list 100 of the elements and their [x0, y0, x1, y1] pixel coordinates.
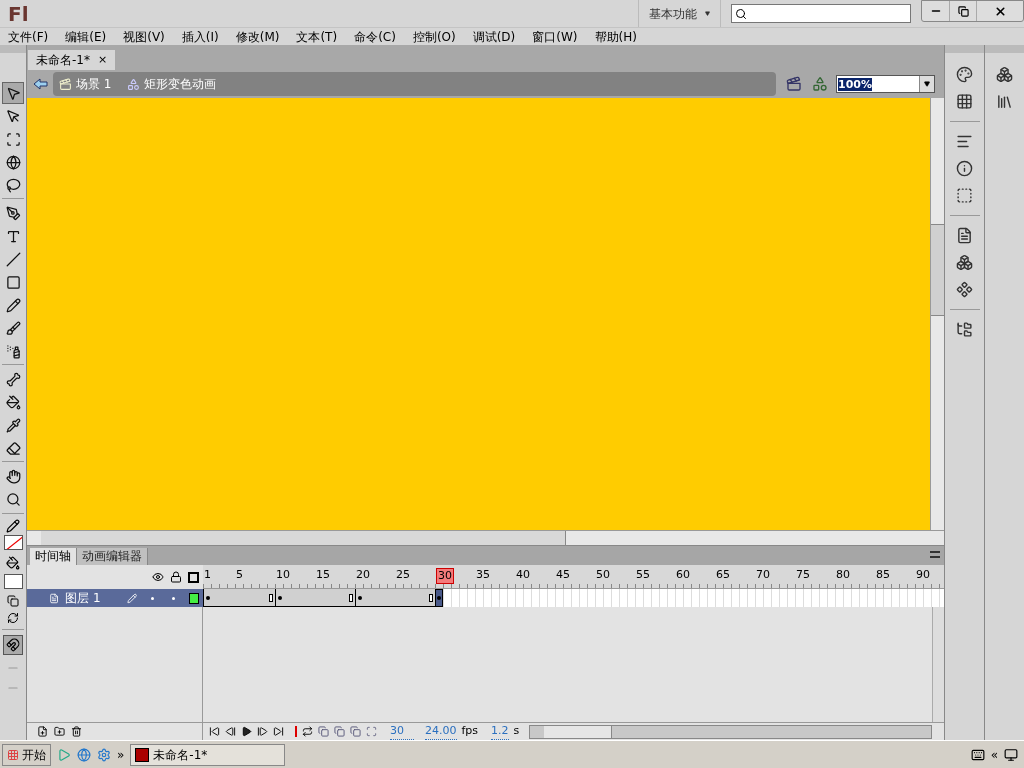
onion-markers-icon[interactable] — [366, 726, 377, 737]
app-logo: Fl — [8, 1, 29, 26]
clapperboard-icon — [59, 77, 72, 91]
browser-icon[interactable] — [77, 747, 91, 762]
frame-number: 55 — [636, 568, 650, 582]
magnet-icon[interactable] — [3, 635, 23, 655]
menu-item[interactable]: 调试(D) — [466, 27, 522, 46]
tray-expand[interactable]: « — [990, 745, 998, 764]
start-button[interactable]: 开始 — [2, 743, 51, 766]
menu-item[interactable]: 文本(T) — [290, 27, 344, 46]
grid-icon[interactable] — [956, 93, 973, 110]
frame-number: 50 — [596, 568, 610, 582]
document-title: 未命名-1* — [36, 52, 90, 69]
fps-label: fps — [461, 723, 479, 740]
frame-number: 70 — [756, 568, 770, 582]
layer-color-swatch[interactable] — [188, 592, 199, 604]
stroke-swatch[interactable] — [3, 535, 23, 550]
vertical-scrollbar[interactable] — [932, 607, 944, 722]
document-tab[interactable]: 未命名-1* × — [28, 50, 116, 70]
playhead-frame-number: 30 — [436, 568, 454, 584]
back-arrow-icon[interactable] — [33, 78, 48, 90]
menu-item[interactable]: 插入(I) — [175, 27, 225, 46]
fill-color-icon[interactable] — [6, 556, 20, 570]
menu-item[interactable]: 编辑(E) — [59, 27, 113, 46]
onion-skin-icon[interactable] — [318, 726, 329, 737]
info-icon[interactable] — [956, 160, 973, 177]
fill-swatch[interactable] — [3, 574, 23, 589]
frame-number: 20 — [356, 568, 370, 582]
search-icon — [735, 7, 747, 20]
menu-item[interactable]: 控制(O) — [406, 27, 462, 46]
component-icon[interactable] — [996, 66, 1013, 83]
edit-scene-icon[interactable] — [786, 76, 802, 92]
menu-item[interactable]: 修改(M) — [229, 27, 286, 46]
close-tab-button[interactable]: × — [97, 51, 108, 69]
breadcrumb-item[interactable]: 场景 1 — [59, 75, 112, 93]
outline-square-icon[interactable] — [188, 571, 199, 583]
palette-icon[interactable] — [956, 66, 973, 83]
app-icon — [135, 747, 150, 762]
caret-icon — [705, 11, 710, 16]
transform-icon[interactable] — [956, 187, 973, 204]
horizontal-scrollbar[interactable] — [529, 724, 933, 739]
pencil-icon — [126, 592, 138, 604]
frame-number: 5 — [236, 568, 243, 582]
frame-number: 40 — [516, 568, 530, 582]
lock-icon[interactable] — [170, 571, 182, 583]
zoom-field[interactable]: 100% — [836, 75, 935, 93]
new-folder-icon[interactable] — [54, 726, 65, 737]
script-icon[interactable] — [956, 227, 973, 244]
previous-frame-icon[interactable] — [225, 726, 236, 737]
frame-number: 10 — [276, 568, 290, 582]
vertical-scrollbar[interactable] — [930, 98, 944, 530]
frame-number: 25 — [396, 568, 410, 582]
loop-icon[interactable] — [302, 726, 313, 737]
stroke-color-icon[interactable] — [6, 519, 20, 533]
restore-icon — [957, 5, 969, 17]
frame-number: 45 — [556, 568, 570, 582]
more-chevron[interactable]: » — [117, 745, 125, 764]
next-frame-icon[interactable] — [257, 726, 268, 737]
trash-icon[interactable] — [71, 726, 82, 737]
align-icon[interactable] — [956, 133, 973, 150]
swap-colors-icon[interactable] — [7, 612, 19, 624]
taskbar-task[interactable]: 未命名-1* — [130, 743, 286, 766]
edit-multiple-icon[interactable] — [350, 726, 361, 737]
menu-item[interactable]: 窗口(W) — [526, 27, 584, 46]
frame-number: 15 — [316, 568, 330, 582]
layer-name: 图层 1 — [65, 590, 102, 607]
menu-item[interactable]: 文件(F) — [2, 27, 55, 46]
panel-menu-icon[interactable] — [930, 551, 940, 558]
onion-outline-icon[interactable] — [334, 726, 345, 737]
time-unit: s — [513, 723, 520, 740]
gear-icon[interactable] — [97, 747, 111, 762]
menu-item[interactable]: 视图(V) — [117, 27, 171, 46]
eye-icon[interactable] — [152, 571, 164, 583]
default-colors-icon[interactable] — [7, 595, 19, 607]
frame-number: 60 — [676, 568, 690, 582]
dropdown-button[interactable] — [919, 76, 934, 92]
menu-item[interactable]: 帮助(H) — [588, 27, 643, 46]
library-icon[interactable] — [996, 93, 1013, 110]
frame-number: 65 — [716, 568, 730, 582]
first-frame-icon[interactable] — [209, 726, 220, 737]
frame-number: 75 — [796, 568, 810, 582]
last-frame-icon[interactable] — [273, 726, 284, 737]
layer-row[interactable]: 图层 1 — [27, 589, 203, 607]
frame-number: 1 — [204, 568, 211, 582]
keyboard-icon[interactable] — [970, 747, 985, 762]
edit-symbol-icon[interactable] — [812, 76, 828, 92]
menu-item[interactable]: 命令(C) — [348, 27, 402, 46]
search-field[interactable] — [731, 4, 911, 23]
folder-tree-icon[interactable] — [956, 321, 973, 338]
frame-number: 35 — [476, 568, 490, 582]
timeline-tab[interactable]: 动画编辑器 — [77, 548, 148, 565]
breadcrumb-item[interactable]: 矩形变色动画 — [127, 75, 217, 93]
horizontal-scrollbar[interactable] — [27, 530, 944, 545]
new-layer-icon[interactable] — [37, 726, 48, 737]
play-icon[interactable] — [241, 726, 252, 737]
timeline-tab[interactable]: 时间轴 — [30, 548, 77, 565]
dots-icon[interactable] — [956, 281, 973, 298]
cubes-icon[interactable] — [956, 254, 973, 271]
workspace-dropdown[interactable]: 基本功能 — [638, 0, 721, 27]
shapes-icon — [127, 77, 141, 91]
